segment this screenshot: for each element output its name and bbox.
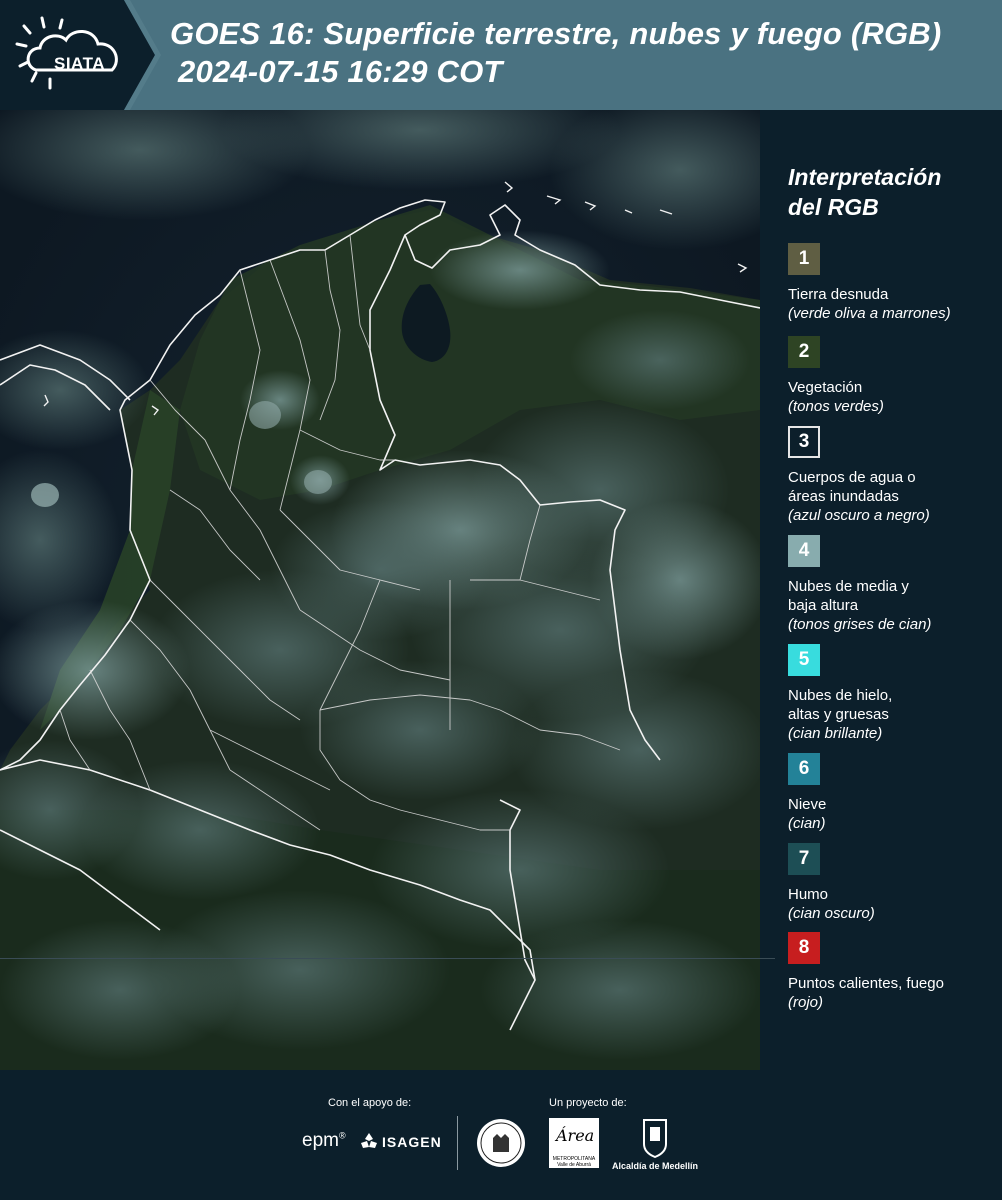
swatch-1: 1 bbox=[788, 243, 820, 275]
legend-item-name: Nubes de hielo, altas y gruesas bbox=[788, 687, 893, 723]
legend-item-name: Vegetación bbox=[788, 379, 863, 396]
legend-item-name: Nubes de media y baja altura bbox=[788, 578, 909, 614]
legend-item-fire: 8 Puntos calientes, fuego (rojo) bbox=[788, 932, 998, 1012]
legend-item-water: 3 Cuerpos de agua o áreas inundadas (azu… bbox=[788, 426, 998, 525]
legend-item-ice-clouds: 5 Nubes de hielo, altas y gruesas (cian … bbox=[788, 644, 998, 743]
isagen-icon bbox=[361, 1133, 377, 1148]
swatch-7: 7 bbox=[788, 843, 820, 875]
area-logo-subtext: METROPOLITANA Valle de Aburrá bbox=[552, 1156, 596, 1168]
legend-item-desc: (tonos grises de cian) bbox=[788, 616, 932, 633]
support-label: Con el apoyo de: bbox=[328, 1097, 412, 1109]
footer: Con el apoyo de: Un proyecto de: epm® IS… bbox=[0, 1070, 1002, 1200]
swatch-4: 4 bbox=[788, 535, 820, 567]
swatch-3: 3 bbox=[788, 426, 820, 458]
legend-item-snow: 6 Nieve (cian) bbox=[788, 753, 998, 833]
swatch-6: 6 bbox=[788, 753, 820, 785]
legend-item-mid-low-clouds: 4 Nubes de media y baja altura (tonos gr… bbox=[788, 535, 998, 634]
footer-separator bbox=[0, 958, 775, 959]
area-logo-text: Área bbox=[556, 1126, 595, 1145]
satellite-map bbox=[0, 110, 760, 1070]
legend-item-smoke: 7 Humo (cian oscuro) bbox=[788, 843, 998, 923]
legend-item-vegetation: 2 Vegetación (tonos verdes) bbox=[788, 336, 998, 416]
shield-icon bbox=[643, 1119, 667, 1158]
page-title: GOES 16: Superficie terrestre, nubes y f… bbox=[170, 16, 942, 51]
rgb-legend: Interpretación del RGB 1 Tierra desnuda … bbox=[770, 110, 1002, 1070]
legend-item-name: Puntos calientes, fuego bbox=[788, 975, 944, 992]
legend-item-desc: (azul oscuro a negro) bbox=[788, 507, 930, 524]
siata-logo: SIATA bbox=[14, 14, 126, 96]
legend-item-name: Tierra desnuda bbox=[788, 286, 889, 303]
legend-item-desc: (cian oscuro) bbox=[788, 905, 875, 922]
legend-item-desc: (rojo) bbox=[788, 994, 824, 1011]
legend-item-name: Humo bbox=[788, 886, 829, 903]
swatch-8: 8 bbox=[788, 932, 820, 964]
footer-divider bbox=[457, 1116, 458, 1170]
legend-item-bare-soil: 1 Tierra desnuda (verde oliva a marrones… bbox=[788, 243, 998, 323]
page-timestamp: 2024-07-15 16:29 COT bbox=[178, 54, 503, 89]
seal-icon bbox=[477, 1119, 525, 1167]
legend-item-desc: (verde oliva a marrones) bbox=[788, 305, 951, 322]
swatch-5: 5 bbox=[788, 644, 820, 676]
epm-logo: epm® bbox=[302, 1130, 346, 1151]
project-label: Un proyecto de: bbox=[549, 1097, 627, 1109]
legend-item-desc: (cian brillante) bbox=[788, 725, 883, 742]
legend-item-name: Cuerpos de agua o áreas inundadas bbox=[788, 469, 916, 505]
header: SIATA GOES 16: Superficie terrestre, nub… bbox=[0, 0, 1002, 110]
isagen-logo: ISAGEN bbox=[382, 1134, 442, 1150]
alcaldia-logo-text: Alcaldía de Medellín bbox=[612, 1161, 699, 1171]
swatch-2: 2 bbox=[788, 336, 820, 368]
legend-item-desc: (tonos verdes) bbox=[788, 398, 884, 415]
legend-item-desc: (cian) bbox=[788, 815, 826, 832]
logo-text: SIATA bbox=[54, 54, 105, 73]
satellite-image bbox=[0, 110, 760, 1070]
legend-title: Interpretación del RGB bbox=[788, 164, 942, 220]
legend-item-name: Nieve bbox=[788, 796, 827, 813]
